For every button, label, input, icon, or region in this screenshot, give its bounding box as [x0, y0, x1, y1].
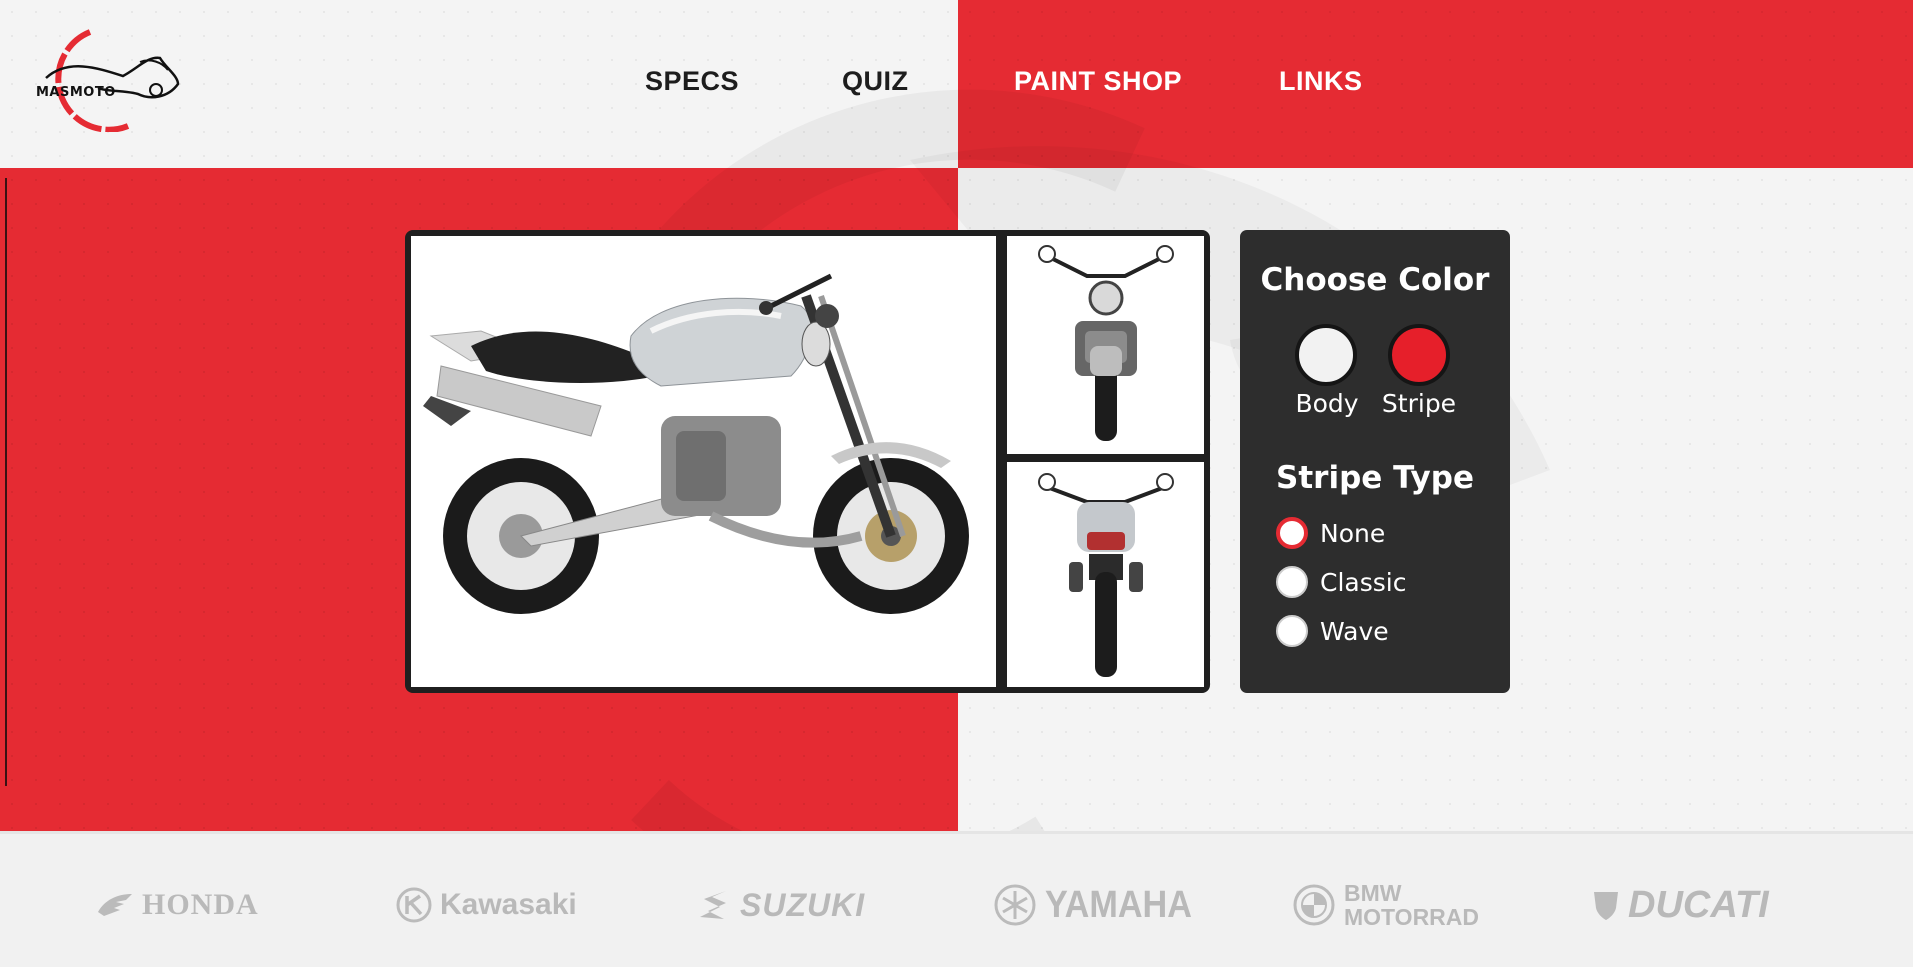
- radio-wave-label: Wave: [1320, 616, 1389, 646]
- left-edge-divider: [5, 178, 7, 786]
- brand-honda[interactable]: HONDA: [96, 882, 259, 928]
- logo-text: MASMOTO: [36, 85, 116, 100]
- motorcycle-front-image: [1038, 245, 1174, 441]
- kawasaki-k-icon: [396, 887, 432, 923]
- motorcycle-rear-image: [1038, 473, 1174, 677]
- logo-emblem-icon: [45, 29, 180, 133]
- brand-suzuki[interactable]: SUZUKI: [696, 882, 865, 928]
- stripe-option-classic[interactable]: Classic: [1276, 565, 1406, 599]
- brand-kawasaki-name: Kawasaki: [440, 888, 577, 921]
- brand-bmw-name: BMW: [1344, 880, 1402, 906]
- stripe-color-label: Stripe: [1381, 389, 1457, 418]
- brand-yamaha-name: YAMAHA: [1045, 883, 1192, 926]
- nav-quiz[interactable]: QUIZ: [842, 66, 909, 97]
- radio-wave[interactable]: [1276, 615, 1308, 647]
- nav-specs[interactable]: SPECS: [645, 66, 739, 97]
- radio-classic-label: Classic: [1320, 567, 1407, 597]
- thumbnail-front-view[interactable]: [1007, 236, 1204, 454]
- brand-suzuki-name: SUZUKI: [740, 886, 866, 923]
- stripe-option-wave[interactable]: Wave: [1276, 614, 1389, 648]
- radio-none-label: None: [1320, 518, 1386, 548]
- stripe-type-heading: Stripe Type: [1276, 460, 1474, 496]
- suzuki-s-icon: [700, 891, 726, 919]
- body-color-swatch[interactable]: [1295, 324, 1357, 386]
- motorcycle-gallery: [405, 230, 1210, 693]
- stripe-color-swatch[interactable]: [1388, 324, 1450, 386]
- body-color-label: Body: [1295, 389, 1359, 418]
- motorcycle-side-image: [423, 273, 969, 614]
- brand-honda-name: HONDA: [142, 888, 259, 921]
- radio-none[interactable]: [1276, 517, 1308, 549]
- stripe-option-none[interactable]: None: [1276, 516, 1385, 550]
- brand-motorrad-name: MOTORRAD: [1344, 904, 1480, 930]
- paint-options-panel: Choose Color Body Stripe Stripe Type Non…: [1240, 230, 1510, 693]
- bmw-roundel-icon: [1293, 884, 1335, 926]
- brand-bmw-motorrad[interactable]: BMW MOTORRAD: [1292, 880, 1480, 930]
- brand-ducati[interactable]: DUCATI: [1592, 882, 1769, 928]
- nav-links[interactable]: LINKS: [1279, 66, 1363, 97]
- choose-color-heading: Choose Color: [1260, 262, 1490, 298]
- radio-classic[interactable]: [1276, 566, 1308, 598]
- brand-yamaha[interactable]: YAMAHA: [993, 882, 1208, 928]
- masmoto-logo[interactable]: MASMOTO: [28, 28, 183, 133]
- main-image-side-view[interactable]: [411, 236, 996, 687]
- brand-ducati-name: DUCATI: [1628, 883, 1769, 926]
- thumbnail-rear-view[interactable]: [1007, 462, 1204, 687]
- brand-logos-strip: HONDA Kawasaki SUZUKI YAMAHA BMW MOTORRA…: [0, 831, 1913, 967]
- honda-wing-icon: [98, 894, 132, 916]
- yamaha-tuning-fork-icon: [994, 884, 1036, 926]
- brand-kawasaki[interactable]: Kawasaki: [396, 882, 577, 928]
- nav-paint-shop[interactable]: PAINT SHOP: [1014, 66, 1182, 97]
- ducati-shield-icon: [1594, 892, 1618, 920]
